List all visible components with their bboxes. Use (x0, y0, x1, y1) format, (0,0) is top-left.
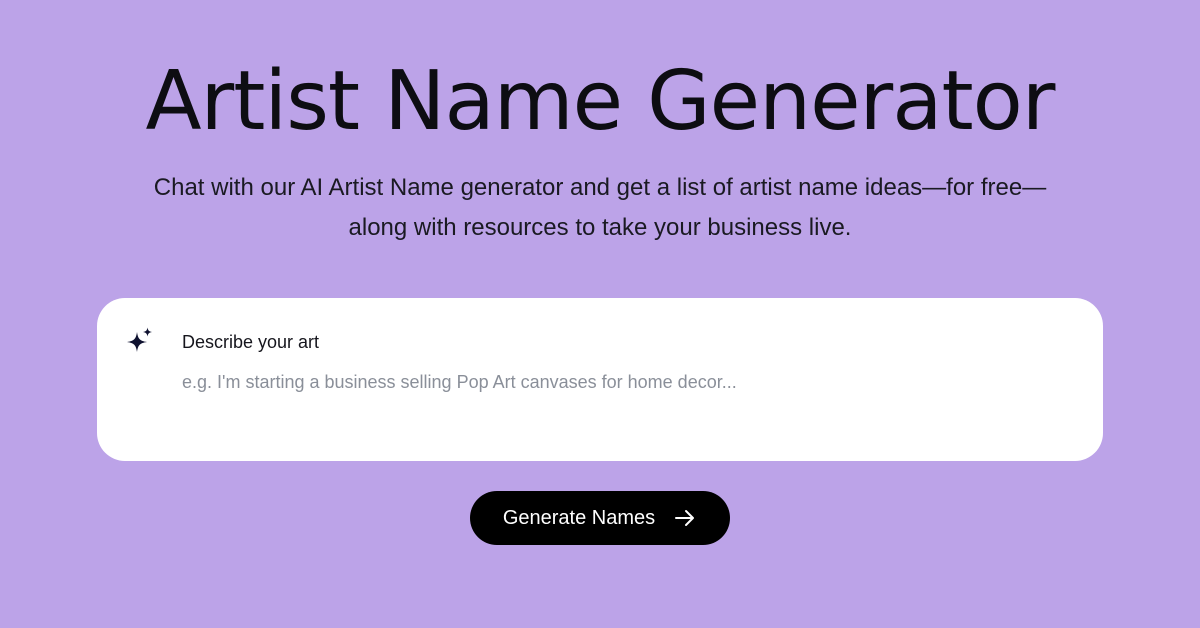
arrow-right-icon (675, 510, 695, 526)
subtitle-line-2: along with resources to take your busine… (348, 214, 852, 241)
page-subtitle: Chat with our AI Artist Name generator a… (0, 168, 1200, 248)
prompt-label: Describe your art (182, 332, 320, 352)
subtitle-line-1: Chat with our AI Artist Name generator a… (153, 174, 1047, 201)
generate-names-label: Generate Names (502, 506, 656, 529)
generate-names-button[interactable]: Generate Names (470, 491, 730, 545)
describe-art-input[interactable] (182, 368, 1062, 396)
prompt-card: Describe your art (97, 298, 1103, 461)
sparkle-icon (127, 327, 152, 352)
page-title: Artist Name Generator (145, 54, 1055, 149)
